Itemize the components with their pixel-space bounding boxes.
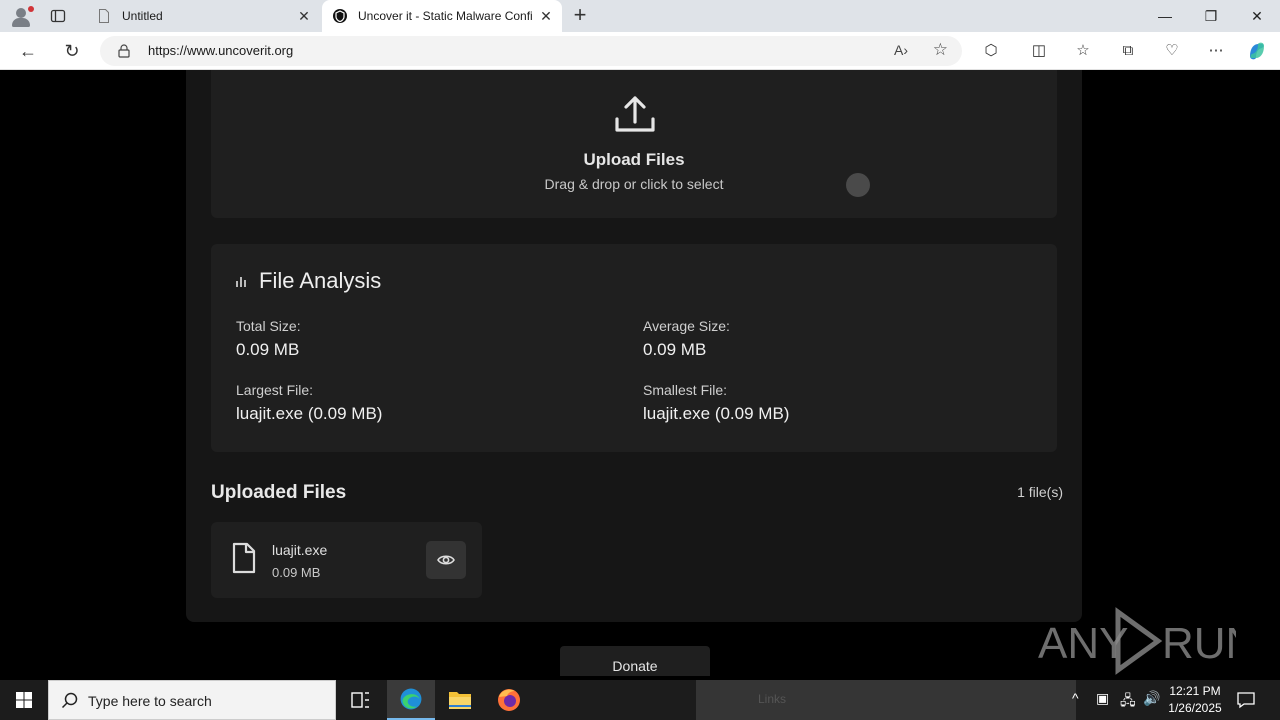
browser-essentials-icon[interactable]: ♡ bbox=[1161, 40, 1183, 62]
file-icon bbox=[232, 542, 256, 574]
meet-now-icon[interactable]: ▣ bbox=[1096, 690, 1109, 707]
uncoverit-favicon-icon bbox=[333, 9, 347, 23]
stat-label: Average Size: bbox=[643, 318, 730, 334]
upload-subtitle: Drag & drop or click to select bbox=[544, 176, 724, 192]
close-tab-icon[interactable]: ✕ bbox=[538, 8, 554, 24]
file-name: luajit.exe bbox=[272, 542, 328, 558]
minimize-icon[interactable]: — bbox=[1142, 0, 1188, 32]
tab-actions-icon[interactable] bbox=[50, 8, 66, 24]
system-clock[interactable]: 12:21 PM 1/26/2025 bbox=[1160, 683, 1230, 717]
address-bar[interactable]: https://www.uncoverit.org A› ☆ bbox=[100, 36, 962, 66]
svg-text:ANY: ANY bbox=[1038, 619, 1128, 668]
search-placeholder: Type here to search bbox=[88, 693, 212, 709]
stat-smallest-file: Smallest File: luajit.exe (0.09 MB) bbox=[643, 382, 789, 424]
volume-icon[interactable]: 🔊 bbox=[1143, 690, 1160, 707]
clock-time: 12:21 PM bbox=[1169, 684, 1221, 698]
read-aloud-icon[interactable]: A› bbox=[894, 42, 908, 58]
mouse-cursor-indicator bbox=[846, 173, 870, 197]
stat-label: Total Size: bbox=[236, 318, 301, 334]
taskbar-search-box[interactable]: Type here to search bbox=[48, 680, 336, 720]
file-analysis-title: File Analysis bbox=[259, 268, 382, 293]
anyrun-watermark-logo: ANY RUN bbox=[1038, 607, 1236, 675]
network-icon[interactable]: 🖧 bbox=[1120, 690, 1136, 714]
file-analysis-panel: File Analysis Total Size: 0.09 MB Averag… bbox=[211, 244, 1057, 452]
stat-value: 0.09 MB bbox=[643, 340, 707, 359]
extensions-icon[interactable]: ⬡ bbox=[980, 40, 1002, 62]
copilot-icon[interactable] bbox=[1246, 40, 1268, 62]
back-icon[interactable]: ← bbox=[16, 39, 40, 63]
stat-label: Smallest File: bbox=[643, 382, 728, 398]
stat-largest-file: Largest File: luajit.exe (0.09 MB) bbox=[236, 382, 382, 424]
browser-tab-bar: Untitled ✕ Uncover it - Static Malware C… bbox=[0, 0, 1280, 32]
split-screen-icon[interactable]: ◫ bbox=[1028, 40, 1050, 62]
upload-title: Upload Files bbox=[583, 150, 685, 169]
notification-center-icon[interactable] bbox=[1236, 690, 1256, 710]
favorites-icon[interactable]: ☆ bbox=[1072, 40, 1094, 62]
stat-value: luajit.exe (0.09 MB) bbox=[236, 404, 383, 423]
profile-icon[interactable] bbox=[8, 4, 34, 28]
windows-taskbar: Type here to search Links ^ ▣ 🖧 🔊 12:21 … bbox=[0, 680, 1280, 720]
url-text[interactable]: https://www.uncoverit.org bbox=[148, 43, 293, 58]
search-icon bbox=[61, 692, 78, 709]
tab-title: Untitled bbox=[122, 9, 163, 23]
svg-text:RUN: RUN bbox=[1162, 619, 1236, 668]
stat-value: 0.09 MB bbox=[236, 340, 300, 359]
uploaded-files-title: Uploaded Files bbox=[211, 482, 347, 503]
background-window-strip bbox=[696, 680, 1076, 720]
page-viewport: Upload Files Drag & drop or click to sel… bbox=[4, 70, 1276, 676]
file-count: 1 file(s) bbox=[1017, 484, 1063, 500]
more-menu-icon[interactable]: ⋯ bbox=[1205, 40, 1227, 62]
view-file-button[interactable] bbox=[426, 541, 466, 579]
close-tab-icon[interactable]: ✕ bbox=[296, 8, 312, 24]
upload-icon bbox=[615, 96, 655, 132]
background-window-text: Links bbox=[758, 692, 787, 706]
tab-untitled[interactable]: Untitled ✕ bbox=[86, 0, 320, 32]
stat-label: Largest File: bbox=[236, 382, 314, 398]
tab-title: Uncover it - Static Malware Confi bbox=[358, 9, 533, 23]
file-analysis-header: File Analysis bbox=[235, 268, 381, 294]
page-icon bbox=[99, 9, 109, 23]
stat-value: luajit.exe (0.09 MB) bbox=[643, 404, 790, 423]
eye-icon bbox=[437, 555, 455, 565]
favorite-star-icon[interactable]: ☆ bbox=[933, 40, 948, 60]
windows-start-icon[interactable] bbox=[0, 680, 48, 720]
firefox-icon[interactable] bbox=[485, 680, 533, 720]
browser-toolbar: ← ↻ https://www.uncoverit.org A› ☆ ⬡ ◫ ☆… bbox=[0, 32, 1280, 70]
stat-total-size: Total Size: 0.09 MB bbox=[236, 318, 301, 360]
stat-average-size: Average Size: 0.09 MB bbox=[643, 318, 730, 360]
file-explorer-icon[interactable] bbox=[436, 680, 484, 720]
restore-icon[interactable]: ❐ bbox=[1188, 0, 1234, 32]
main-container: Upload Files Drag & drop or click to sel… bbox=[186, 70, 1082, 622]
new-tab-icon[interactable]: + bbox=[570, 4, 590, 26]
bar-chart-icon bbox=[236, 277, 246, 287]
file-size: 0.09 MB bbox=[272, 565, 321, 580]
lock-icon[interactable] bbox=[118, 44, 130, 58]
upload-dropzone[interactable]: Upload Files Drag & drop or click to sel… bbox=[211, 70, 1057, 218]
close-window-icon[interactable]: ✕ bbox=[1234, 0, 1280, 32]
refresh-icon[interactable]: ↻ bbox=[60, 39, 84, 63]
clock-date: 1/26/2025 bbox=[1168, 701, 1222, 715]
edge-browser-icon[interactable] bbox=[387, 680, 435, 720]
task-view-icon[interactable] bbox=[336, 680, 384, 720]
collections-icon[interactable]: ⧉ bbox=[1117, 40, 1139, 62]
show-hidden-icons-icon[interactable]: ^ bbox=[1072, 690, 1079, 706]
donate-button[interactable]: Donate bbox=[560, 646, 710, 676]
file-card: luajit.exe 0.09 MB bbox=[211, 522, 482, 598]
tab-uncoverit[interactable]: Uncover it - Static Malware Confi ✕ bbox=[322, 0, 562, 32]
